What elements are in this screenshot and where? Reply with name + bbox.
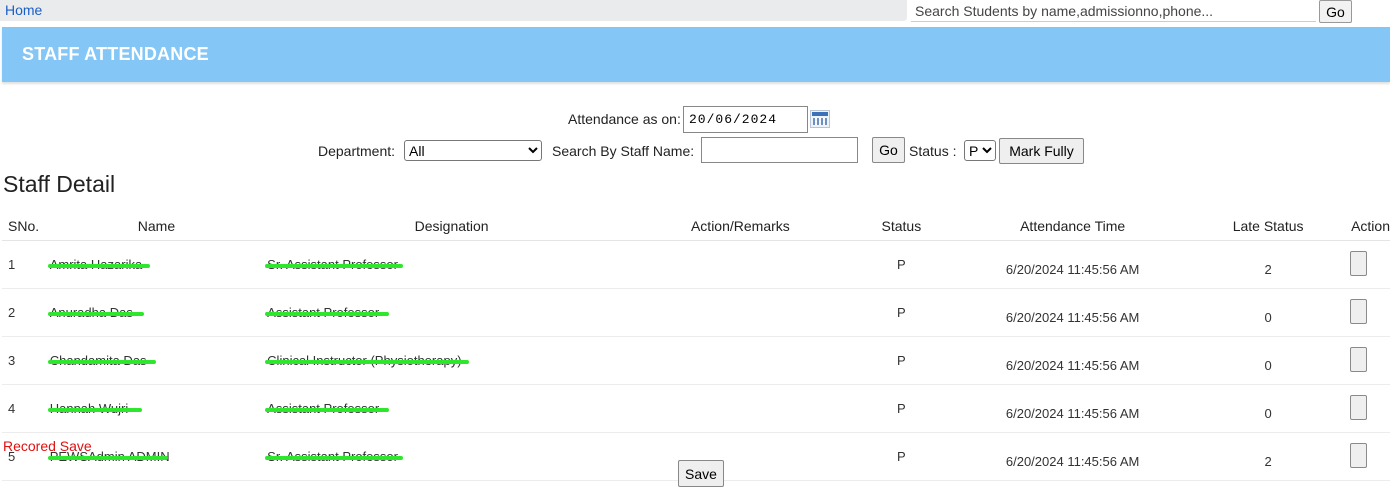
redaction-mark	[265, 455, 404, 460]
row-action-button[interactable]	[1350, 250, 1368, 276]
cell-name: Hannah Wujri	[47, 384, 266, 433]
table-row: 2 Anuradha Das Assistant Professor P 6/2…	[2, 288, 1390, 337]
column-header-name: Name	[47, 211, 266, 241]
redaction-mark	[47, 311, 144, 316]
attendance-date-label: Attendance as on:	[568, 111, 681, 127]
cell-remarks	[638, 336, 843, 385]
cell-attendance-time: 6/20/2024 11:45:56 AM	[960, 384, 1186, 433]
staff-search-go-button[interactable]: Go	[872, 137, 905, 163]
cell-name: Amrita Hazarika	[47, 240, 266, 289]
cell-sno: 1	[2, 240, 48, 289]
column-header-remarks: Action/Remarks	[638, 211, 843, 241]
cell-designation: Sr. Assistant Professor	[265, 240, 639, 289]
cell-attendance-time: 6/20/2024 11:45:56 AM	[960, 432, 1186, 481]
breadcrumb: Home	[0, 0, 907, 21]
cell-action	[1350, 432, 1390, 481]
cell-action	[1350, 288, 1390, 337]
redaction-mark	[47, 359, 156, 364]
cell-attendance-time: 6/20/2024 11:45:56 AM	[960, 288, 1186, 337]
column-header-late-status: Late Status	[1185, 211, 1352, 241]
redaction-mark	[47, 455, 168, 460]
redaction-mark	[265, 359, 470, 364]
redaction-mark	[47, 263, 150, 268]
cell-status: P	[842, 384, 961, 433]
cell-designation: Clinical Instructor (Physiotherapy)	[265, 336, 639, 385]
attendance-date-row: Attendance as on:	[0, 106, 1390, 133]
cell-designation: Assistant Professor	[265, 384, 639, 433]
redaction-mark	[265, 407, 390, 412]
cell-remarks	[638, 432, 843, 481]
table-row: 4 Hannah Wujri Assistant Professor P 6/2…	[2, 384, 1390, 433]
redaction-mark	[265, 311, 390, 316]
cell-sno: 3	[2, 336, 48, 385]
cell-name: Anuradha Das	[47, 288, 266, 337]
staff-table: SNo. Name Designation Action/Remarks Sta…	[2, 211, 1390, 481]
section-title: Staff Detail	[3, 171, 116, 197]
cell-late-status: 2	[1185, 432, 1352, 481]
mark-fully-button[interactable]: Mark Fully	[999, 138, 1084, 164]
row-action-button[interactable]	[1350, 298, 1368, 324]
redaction-mark	[47, 407, 142, 412]
status-select[interactable]: P	[964, 140, 996, 161]
row-action-button[interactable]	[1350, 394, 1368, 420]
cell-late-status: 0	[1185, 384, 1352, 433]
staff-search-label: Search By Staff Name:	[552, 143, 695, 159]
department-select[interactable]: All	[404, 140, 542, 161]
cell-attendance-time: 6/20/2024 11:45:56 AM	[960, 336, 1186, 385]
cell-late-status: 2	[1185, 240, 1352, 289]
attendance-date-input[interactable]	[683, 106, 808, 133]
cell-action	[1350, 384, 1390, 433]
student-search-input[interactable]	[911, 0, 1316, 22]
cell-attendance-time: 6/20/2024 11:45:56 AM	[960, 240, 1186, 289]
table-row: 1 Amrita Hazarika Sr. Assistant Professo…	[2, 240, 1390, 289]
status-label: Status :	[909, 143, 957, 159]
filter-row: Department: All Search By Staff Name: Go…	[0, 137, 1390, 164]
staff-name-input[interactable]	[701, 137, 858, 163]
table-header-row: SNo. Name Designation Action/Remarks Sta…	[2, 211, 1390, 241]
cell-remarks	[638, 384, 843, 433]
cell-sno: 2	[2, 288, 48, 337]
page-header: STAFF ATTENDANCE	[2, 27, 1390, 82]
column-header-status: Status	[842, 211, 961, 241]
row-action-button[interactable]	[1350, 346, 1368, 372]
column-header-sno: SNo.	[2, 211, 48, 241]
cell-status: P	[842, 240, 961, 289]
redaction-mark	[265, 263, 404, 268]
cell-designation: Assistant Professor	[265, 288, 639, 337]
cell-status: P	[842, 432, 961, 481]
home-link[interactable]: Home	[5, 2, 42, 18]
cell-status: P	[842, 336, 961, 385]
table-row: 3 Chandamita Das Clinical Instructor (Ph…	[2, 336, 1390, 385]
row-action-button[interactable]	[1350, 442, 1368, 468]
student-search-go-button[interactable]: Go	[1319, 0, 1352, 23]
cell-late-status: 0	[1185, 336, 1352, 385]
column-header-attendance-time: Attendance Time	[960, 211, 1186, 241]
cell-sno: 4	[2, 384, 48, 433]
save-button[interactable]: Save	[678, 460, 724, 487]
status-message: Recored Save	[3, 438, 92, 454]
cell-late-status: 0	[1185, 288, 1352, 337]
column-header-action: Action	[1351, 211, 1390, 241]
cell-remarks	[638, 288, 843, 337]
cell-action	[1350, 240, 1390, 289]
department-label: Department:	[318, 143, 396, 159]
calendar-icon[interactable]	[810, 110, 830, 128]
top-bar: Home Go	[0, 0, 1390, 24]
cell-name: Chandamita Das	[47, 336, 266, 385]
cell-status: P	[842, 288, 961, 337]
cell-remarks	[638, 240, 843, 289]
cell-action	[1350, 336, 1390, 385]
column-header-designation: Designation	[265, 211, 639, 241]
page-title: STAFF ATTENDANCE	[22, 44, 209, 64]
cell-designation: Sr. Assistant Professor	[265, 432, 639, 481]
